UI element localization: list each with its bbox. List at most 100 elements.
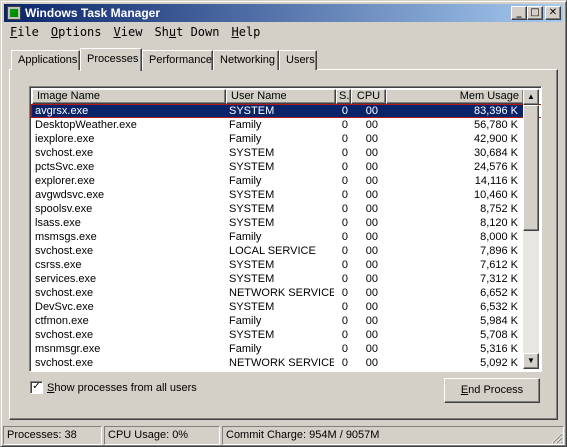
process-row[interactable]: svchost.exe NETWORK SERVICE 0 00 6,652 K [32,286,524,300]
minimize-button[interactable]: _ [511,6,527,20]
process-cpu: 00 [365,343,378,355]
process-session-id: 0 [341,315,348,327]
process-row[interactable]: explorer.exe Family 0 00 14,116 K [32,174,524,188]
process-row[interactable]: spoolsv.exe SYSTEM 0 00 8,752 K [32,202,524,216]
process-mem-usage: 42,900 K [473,133,518,145]
show-all-users-checkbox[interactable]: ✓ [30,381,43,394]
process-row[interactable]: svchost.exe SYSTEM 0 00 30,684 K [32,146,524,160]
process-cpu: 00 [365,273,378,285]
process-user-name: Family [229,119,262,131]
process-session-id: 0 [341,245,348,257]
process-row[interactable]: svchost.exe NETWORK SERVICE 0 00 5,092 K [32,356,524,370]
menu-help[interactable]: Help [225,23,266,41]
process-mem-usage: 83,396 K [473,105,518,117]
process-image-name: svchost.exe [35,329,94,341]
tab-applications[interactable]: Applications [11,50,80,70]
tab-networking[interactable]: Networking [213,50,279,70]
process-row[interactable]: avgwdsvc.exe SYSTEM 0 00 10,460 K [32,188,524,202]
resize-grip-icon[interactable] [551,432,563,444]
process-user-name: SYSTEM [229,217,275,229]
process-cpu: 00 [365,161,378,173]
process-mem-usage: 8,000 K [480,231,518,243]
process-image-name: iexplore.exe [35,133,95,145]
process-row[interactable]: svchost.exe SYSTEM 0 00 5,708 K [32,328,524,342]
process-list[interactable]: Image Name User Name S. CPU Mem Usage av… [29,86,542,372]
process-session-id: 0 [341,133,348,145]
process-cpu: 00 [365,147,378,159]
process-mem-usage: 5,708 K [480,329,518,341]
process-session-id: 0 [341,273,348,285]
process-image-name: explorer.exe [35,175,95,187]
menu-options-label: ptions [58,25,102,39]
menu-shut-down[interactable]: Shut Down [148,23,225,41]
process-cpu: 00 [365,189,378,201]
process-cpu: 00 [365,301,378,313]
column-header-image-name[interactable]: Image Name [32,89,226,104]
process-row[interactable]: csrss.exe SYSTEM 0 00 7,612 K [32,258,524,272]
tab-performance[interactable]: Performance [142,50,213,70]
process-row[interactable]: DevSvc.exe SYSTEM 0 00 6,532 K [32,300,524,314]
process-session-id: 0 [341,329,348,341]
vertical-scrollbar[interactable]: ▲ ▼ [523,89,539,369]
show-all-users-option[interactable]: ✓ Show processes from all users [30,381,197,394]
menu-file[interactable]: File [4,23,45,41]
process-row[interactable]: ctfmon.exe Family 0 00 5,984 K [32,314,524,328]
process-session-id: 0 [341,231,348,243]
menu-view-accel: V [113,25,121,39]
column-header-user-name[interactable]: User Name [226,89,336,104]
scroll-up-arrow-icon[interactable]: ▲ [523,89,539,105]
process-image-name: avgwdsvc.exe [35,189,105,201]
process-row[interactable]: avgrsx.exe SYSTEM 0 00 83,396 K [31,104,541,118]
process-session-id: 0 [341,105,348,117]
menu-bar: File Options View Shut Down Help [4,23,266,41]
process-row[interactable]: pctsSvc.exe SYSTEM 0 00 24,576 K [32,160,524,174]
process-row[interactable]: DesktopWeather.exe Family 0 00 56,780 K [32,118,524,132]
process-user-name: SYSTEM [229,301,275,313]
process-mem-usage: 30,684 K [473,147,518,159]
process-image-name: DesktopWeather.exe [35,119,137,131]
process-cpu: 00 [365,329,378,341]
status-cpu-usage: CPU Usage: 0% [104,426,220,445]
process-row[interactable]: svchost.exe LOCAL SERVICE 0 00 7,896 K [32,244,524,258]
process-cpu: 00 [365,287,378,299]
end-process-label: nd Process [468,384,524,396]
process-session-id: 0 [341,287,348,299]
process-row[interactable]: lsass.exe SYSTEM 0 00 8,120 K [32,216,524,230]
process-image-name: msmsgs.exe [35,231,97,243]
title-bar[interactable]: Windows Task Manager _ □ ✕ [4,4,563,22]
process-user-name: SYSTEM [229,189,275,201]
process-mem-usage: 8,752 K [480,203,518,215]
close-button[interactable]: ✕ [545,6,561,20]
process-user-name: SYSTEM [229,273,275,285]
column-header-mem-usage[interactable]: Mem Usage [386,89,524,104]
process-user-name: SYSTEM [229,329,275,341]
process-cpu: 00 [365,175,378,187]
task-manager-icon [7,6,21,20]
menu-options[interactable]: Options [45,23,108,41]
tab-processes[interactable]: Processes [80,48,142,71]
title-bar-buttons: _ □ ✕ [511,6,561,20]
process-row[interactable]: services.exe SYSTEM 0 00 7,312 K [32,272,524,286]
maximize-button[interactable]: □ [527,6,543,20]
process-user-name: SYSTEM [229,203,275,215]
process-mem-usage: 5,092 K [480,357,518,369]
process-cpu: 00 [365,119,378,131]
column-header-session[interactable]: S. [336,89,351,104]
process-row[interactable]: msmsgs.exe Family 0 00 8,000 K [32,230,524,244]
process-mem-usage: 10,460 K [473,189,518,201]
process-image-name: lsass.exe [35,217,81,229]
show-all-users-label[interactable]: Show processes from all users [47,382,197,394]
menu-view[interactable]: View [108,23,149,41]
scroll-down-arrow-icon[interactable]: ▼ [523,353,539,369]
process-user-name: Family [229,231,262,243]
process-row[interactable]: msnmsgr.exe Family 0 00 5,316 K [32,342,524,356]
end-process-button[interactable]: End Process [444,378,540,403]
menu-help-label: elp [238,25,261,39]
scroll-thumb[interactable] [523,105,539,231]
tab-users[interactable]: Users [279,50,317,70]
process-cpu: 00 [365,245,378,257]
process-row[interactable]: iexplore.exe Family 0 00 42,900 K [32,132,524,146]
column-header-cpu[interactable]: CPU [351,89,386,104]
process-image-name: csrss.exe [35,259,82,271]
process-user-name: Family [229,315,262,327]
